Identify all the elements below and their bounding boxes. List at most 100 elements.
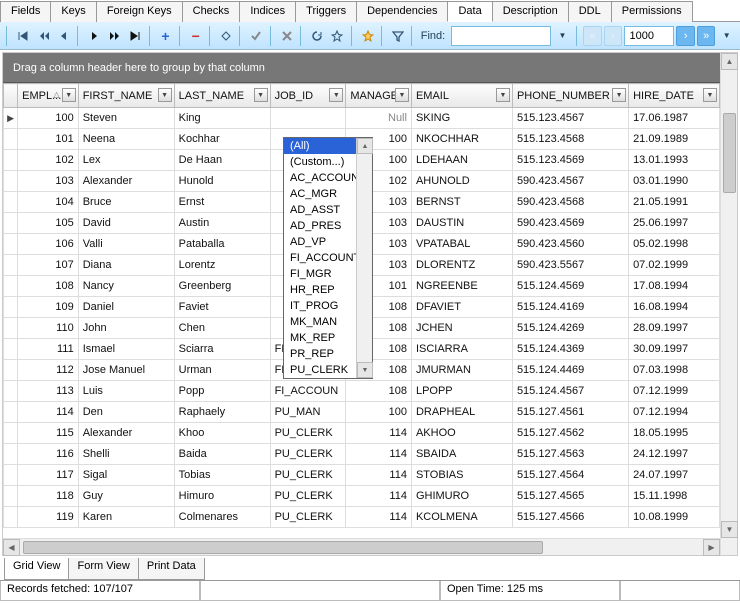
cell[interactable]: KCOLMENA [411, 507, 512, 528]
filter-dropdown-icon[interactable]: ▼ [703, 88, 717, 102]
cell[interactable]: VPATABAL [411, 234, 512, 255]
cell[interactable]: 13.01.1993 [629, 150, 720, 171]
cell[interactable]: 515.127.4563 [512, 444, 628, 465]
page-prev-icon[interactable]: ‹ [604, 26, 623, 46]
cell[interactable]: 25.06.1997 [629, 213, 720, 234]
cell[interactable]: Baida [174, 444, 270, 465]
cell[interactable]: 17.08.1994 [629, 276, 720, 297]
cell[interactable]: Khoo [174, 423, 270, 444]
filter-dropdown-icon[interactable]: ▼ [329, 88, 343, 102]
table-row[interactable]: 117SigalTobiasPU_CLERK114STOBIAS515.127.… [4, 465, 720, 486]
filter-dropdown-icon[interactable]: ▼ [254, 88, 268, 102]
cell[interactable]: 515.124.4269 [512, 318, 628, 339]
tab-ddl[interactable]: DDL [568, 1, 612, 22]
cell[interactable]: 113 [18, 381, 79, 402]
table-row[interactable]: 114DenRaphaelyPU_MAN100DRAPHEAL515.127.4… [4, 402, 720, 423]
column-header[interactable]: FIRST_NAME▼ [78, 84, 174, 108]
page-size-input[interactable] [624, 26, 674, 46]
page-last-icon[interactable]: » [697, 26, 716, 46]
cell[interactable]: 24.12.1997 [629, 444, 720, 465]
cell[interactable]: 105 [18, 213, 79, 234]
cell[interactable]: 15.11.1998 [629, 486, 720, 507]
filter-dropdown-icon[interactable]: ▼ [158, 88, 172, 102]
cell[interactable]: BERNST [411, 192, 512, 213]
cell[interactable]: PU_CLERK [270, 444, 346, 465]
filter-dropdown-icon[interactable]: ▼ [496, 88, 510, 102]
cell[interactable]: 108 [18, 276, 79, 297]
page-next-icon[interactable]: › [676, 26, 695, 46]
cell[interactable]: John [78, 318, 174, 339]
cell[interactable]: 109 [18, 297, 79, 318]
cell[interactable]: 111 [18, 339, 79, 360]
tab-keys[interactable]: Keys [50, 1, 96, 22]
cell[interactable]: Hunold [174, 171, 270, 192]
cell[interactable]: 10.08.1999 [629, 507, 720, 528]
cell[interactable]: 515.124.4569 [512, 276, 628, 297]
nav-next-page-icon[interactable] [106, 26, 125, 46]
column-header[interactable]: EMAIL▼ [411, 84, 512, 108]
filter-wizard-icon[interactable] [358, 26, 377, 46]
cell[interactable]: Alexander [78, 171, 174, 192]
cell[interactable]: Ismael [78, 339, 174, 360]
scroll-thumb[interactable] [23, 541, 543, 554]
cell[interactable]: 515.124.4567 [512, 381, 628, 402]
tab-description[interactable]: Description [492, 1, 569, 22]
cell[interactable]: 515.127.4564 [512, 465, 628, 486]
cell[interactable]: Austin [174, 213, 270, 234]
edit-row-icon[interactable] [217, 26, 236, 46]
find-input[interactable] [451, 26, 551, 46]
table-row[interactable]: 118GuyHimuroPU_CLERK114GHIMURO515.127.45… [4, 486, 720, 507]
tab-foreign-keys[interactable]: Foreign Keys [96, 1, 183, 22]
cell[interactable]: De Haan [174, 150, 270, 171]
cell[interactable]: 515.127.4565 [512, 486, 628, 507]
cell[interactable]: Nancy [78, 276, 174, 297]
nav-prev-icon[interactable] [55, 26, 74, 46]
cell[interactable]: JMURMAN [411, 360, 512, 381]
cell[interactable]: Raphaely [174, 402, 270, 423]
vertical-scrollbar[interactable]: ▲▼ [720, 53, 737, 555]
filter-dropdown-icon[interactable]: ▼ [395, 88, 409, 102]
column-header[interactable]: JOB_ID▼ [270, 84, 346, 108]
scroll-thumb[interactable] [723, 113, 736, 193]
tab-checks[interactable]: Checks [182, 1, 241, 22]
cell[interactable]: David [78, 213, 174, 234]
cell[interactable]: 103 [18, 171, 79, 192]
cell[interactable]: King [174, 108, 270, 129]
cell[interactable]: 515.127.4561 [512, 402, 628, 423]
cell[interactable]: Ernst [174, 192, 270, 213]
cell[interactable]: Sciarra [174, 339, 270, 360]
cell[interactable]: 115 [18, 423, 79, 444]
cell[interactable]: 114 [346, 507, 412, 528]
table-row[interactable]: 119KarenColmenaresPU_CLERK114KCOLMENA515… [4, 507, 720, 528]
cell[interactable]: PU_MAN [270, 402, 346, 423]
table-row[interactable]: 116ShelliBaidaPU_CLERK114SBAIDA515.127.4… [4, 444, 720, 465]
cell[interactable]: PU_CLERK [270, 507, 346, 528]
cell[interactable]: 100 [346, 402, 412, 423]
column-header[interactable]: EMPL...△▼ [18, 84, 79, 108]
cell[interactable]: 114 [346, 486, 412, 507]
column-header[interactable]: MANAGE...▼ [346, 84, 412, 108]
cell[interactable]: 05.02.1998 [629, 234, 720, 255]
cell[interactable]: 24.07.1997 [629, 465, 720, 486]
cell[interactable]: 117 [18, 465, 79, 486]
cell[interactable]: 119 [18, 507, 79, 528]
tab-permissions[interactable]: Permissions [611, 1, 693, 22]
cell[interactable]: 590.423.4568 [512, 192, 628, 213]
cell[interactable]: Pataballa [174, 234, 270, 255]
refresh-icon[interactable] [308, 26, 327, 46]
delete-row-icon[interactable]: − [187, 26, 206, 46]
scroll-down-icon[interactable]: ▼ [357, 362, 373, 378]
cell[interactable]: Jose Manuel [78, 360, 174, 381]
cell[interactable]: 28.09.1997 [629, 318, 720, 339]
cell[interactable]: 590.423.5567 [512, 255, 628, 276]
cell[interactable]: PU_CLERK [270, 423, 346, 444]
cell[interactable]: Sigal [78, 465, 174, 486]
tab-dependencies[interactable]: Dependencies [356, 1, 448, 22]
cell[interactable]: FI_ACCOUN [270, 381, 346, 402]
tab-fields[interactable]: Fields [0, 1, 51, 22]
cell[interactable]: 107 [18, 255, 79, 276]
cell[interactable]: NGREENBE [411, 276, 512, 297]
cell[interactable]: Alexander [78, 423, 174, 444]
nav-prev-page-icon[interactable] [34, 26, 53, 46]
cell[interactable]: Guy [78, 486, 174, 507]
